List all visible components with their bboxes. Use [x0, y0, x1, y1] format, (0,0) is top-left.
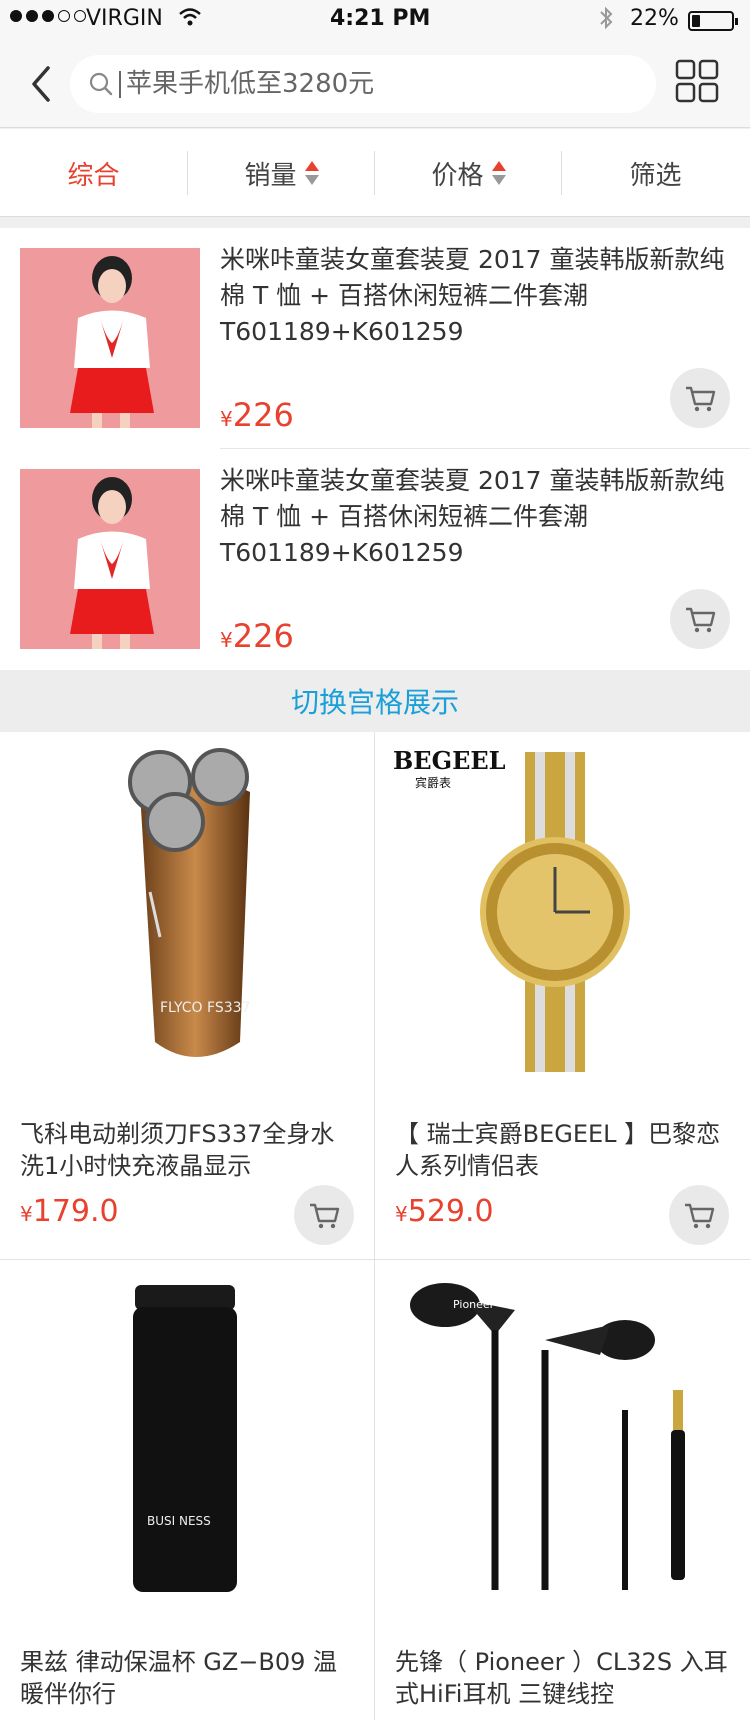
product-image: FLYCO FS337 — [128, 748, 250, 1057]
svg-text:BUSI NESS: BUSI NESS — [147, 1514, 211, 1528]
product-image: BUSI NESS — [133, 1285, 237, 1592]
cart-icon — [310, 1203, 340, 1229]
clock: 4:21 PM — [330, 6, 431, 31]
product-image — [480, 752, 630, 1072]
text-cursor — [119, 71, 121, 98]
product-price: ¥179.0 — [20, 1194, 119, 1229]
sort-tab-filter[interactable]: 筛选 — [562, 129, 749, 217]
search-input[interactable] — [126, 63, 636, 105]
switch-to-grid-button[interactable]: 切换宫格展示 — [0, 670, 750, 732]
sort-arrows-icon — [304, 160, 319, 186]
grid-view-button[interactable] — [675, 59, 719, 103]
wifi-icon — [178, 6, 202, 34]
battery-icon — [688, 11, 738, 31]
product-grid: FLYCO FS337 飞科电动剃须刀FS337全身水洗1小时快充液晶显示 ¥1… — [0, 732, 750, 1720]
svg-text:FLYCO FS337: FLYCO FS337 — [160, 1000, 250, 1016]
product-price: ¥226 — [220, 617, 294, 655]
product-image — [20, 248, 200, 428]
list-item[interactable]: 米咪咔童装女童套装夏 2017 童装韩版新款纯棉 T 恤 + 百搭休闲短裤二件套… — [0, 449, 750, 670]
svg-text:Pioneer: Pioneer — [453, 1298, 495, 1311]
product-image: Pioneer — [410, 1283, 685, 1590]
product-price: ¥529.0 — [395, 1194, 494, 1229]
add-to-cart-button[interactable] — [670, 368, 730, 428]
add-to-cart-button[interactable] — [670, 589, 730, 649]
sort-tab-price[interactable]: 价格 — [375, 129, 562, 217]
brand-subtitle: 宾爵表 — [415, 776, 452, 790]
cart-icon — [685, 1203, 715, 1229]
list-item[interactable]: 米咪咔童装女童套装夏 2017 童装韩版新款纯棉 T 恤 + 百搭休闲短裤二件套… — [0, 228, 750, 449]
product-price: ¥226 — [220, 396, 294, 434]
cart-icon — [686, 386, 716, 412]
chevron-left-icon — [32, 66, 50, 102]
back-button[interactable] — [22, 62, 62, 106]
product-title[interactable]: 【 瑞士宾爵BEGEEL 】巴黎恋人系列情侣表 — [395, 1118, 729, 1182]
search-box[interactable] — [70, 55, 656, 113]
search-icon — [89, 72, 113, 96]
product-title[interactable]: 果兹 律动保温杯 GZ−B09 温暖伴你行 — [20, 1646, 354, 1710]
grid-item[interactable]: BEGEEL 宾爵表 【 瑞士宾爵BEGEEL 】巴黎恋人系列情侣表 ¥529.… — [375, 732, 749, 1259]
sort-tab-sales[interactable]: 销量 — [188, 129, 375, 217]
product-title[interactable]: 米咪咔童装女童套装夏 2017 童装韩版新款纯棉 T 恤 + 百搭休闲短裤二件套… — [220, 463, 730, 571]
product-image — [20, 469, 200, 649]
search-header — [0, 40, 750, 128]
product-title[interactable]: 先锋（ Pioneer ）CL32S 入耳式HiFi耳机 三键线控 — [395, 1646, 729, 1710]
grid-item[interactable]: FLYCO FS337 飞科电动剃须刀FS337全身水洗1小时快充液晶显示 ¥1… — [0, 732, 374, 1259]
bluetooth-icon — [598, 6, 614, 36]
sort-tab-comprehensive[interactable]: 综合 — [0, 129, 187, 217]
sort-arrows-icon — [491, 160, 506, 186]
status-bar: VIRGIN 4:21 PM 22% — [0, 0, 750, 40]
add-to-cart-button[interactable] — [294, 1185, 354, 1245]
carrier-name: VIRGIN — [86, 6, 163, 31]
product-title[interactable]: 米咪咔童装女童套装夏 2017 童装韩版新款纯棉 T 恤 + 百搭休闲短裤二件套… — [220, 242, 730, 350]
grid-view-icon — [675, 59, 719, 103]
battery-percent: 22% — [630, 6, 679, 31]
signal-strength-icon — [10, 10, 86, 22]
cart-icon — [686, 607, 716, 633]
product-list: 米咪咔童装女童套装夏 2017 童装韩版新款纯棉 T 恤 + 百搭休闲短裤二件套… — [0, 228, 750, 670]
product-title[interactable]: 飞科电动剃须刀FS337全身水洗1小时快充液晶显示 — [20, 1118, 354, 1182]
grid-item[interactable]: Pioneer 先锋（ Pioneer ）CL32S 入耳式HiFi耳机 三键线… — [375, 1260, 749, 1720]
sort-bar: 综合 销量 价格 筛选 — [0, 129, 750, 217]
grid-item[interactable]: BUSI NESS 果兹 律动保温杯 GZ−B09 温暖伴你行 — [0, 1260, 374, 1720]
add-to-cart-button[interactable] — [669, 1185, 729, 1245]
